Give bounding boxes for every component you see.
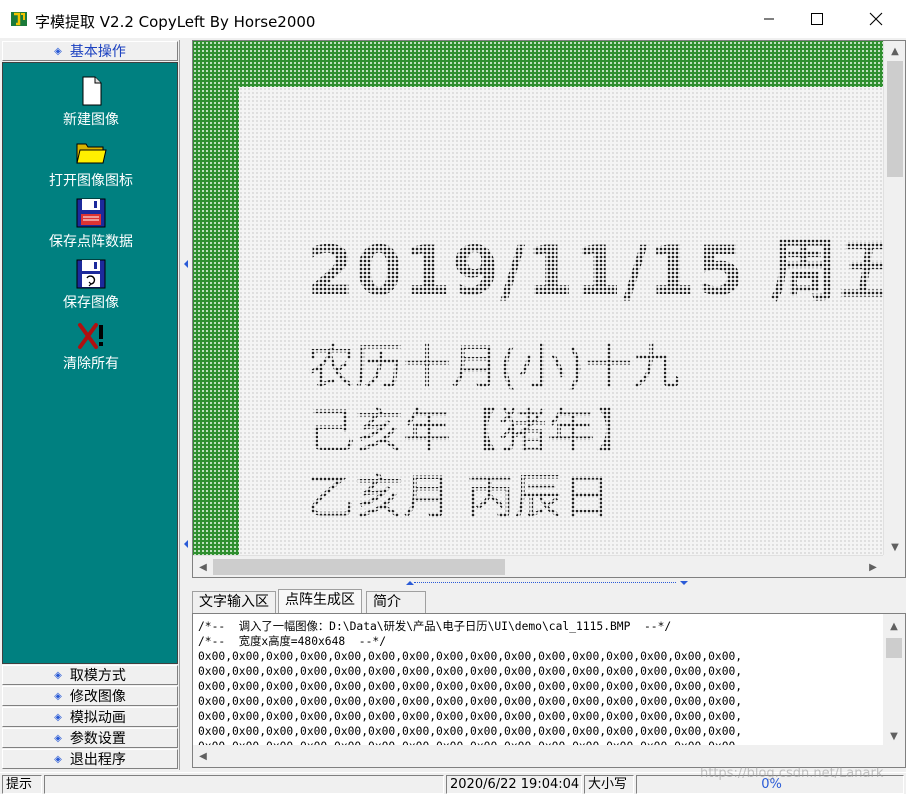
scroll-up-icon[interactable]: ▲ [887, 43, 903, 59]
nav-header-label: 模拟动画 [69, 710, 126, 726]
minimize-button[interactable] [746, 0, 792, 38]
scroll-up-icon[interactable]: ▲ [886, 618, 902, 634]
scrollbar-corner [883, 555, 905, 577]
dot-matrix-output[interactable]: /*-- 调入了一幅图像：D:\Data\研发\产品\电子日历\UI\demo\… [192, 613, 906, 768]
scrollbar-thumb[interactable] [886, 638, 902, 658]
app-icon [11, 12, 27, 26]
canvas-text-date: 2019/11/15 周五 [307, 232, 906, 311]
tab-about[interactable]: 简介 [366, 591, 426, 613]
minimize-icon [764, 18, 774, 20]
canvas-text-year: 己亥年【猪年】 [307, 403, 644, 459]
tab-strip: 文字输入区 点阵生成区 简介 [192, 589, 906, 613]
status-message [44, 775, 444, 794]
status-caps: 大小写 [584, 775, 634, 794]
new-document-icon [82, 76, 102, 106]
nav-header-label: 基本操作 [69, 44, 126, 60]
app-window: 字模提取 V2.2 CopyLeft By Horse2000 ◈ 基本操作 新… [0, 0, 906, 794]
tool-label: 保存图像 [63, 295, 119, 311]
tool-label: 保存点阵数据 [49, 234, 133, 250]
nav-header-label: 参数设置 [69, 731, 126, 747]
canvas-horizontal-scrollbar[interactable]: ◀ ▶ [193, 555, 883, 577]
save-data-icon [76, 198, 106, 228]
tab-text-input[interactable]: 文字输入区 [192, 591, 276, 613]
status-hint: 提示 [2, 775, 42, 794]
tool-save-data[interactable]: 保存点阵数据 [3, 197, 179, 251]
scroll-down-icon[interactable]: ▼ [886, 728, 902, 744]
tool-new-image[interactable]: 新建图像 [3, 75, 179, 129]
clear-all-icon [78, 323, 103, 349]
nav-header-basic-ops[interactable]: ◈ 基本操作 [2, 41, 178, 61]
image-canvas[interactable]: 2019/11/15 周五 农历十月(小)十九 己亥年【猪年】 乙亥月 丙辰日 [239, 87, 905, 557]
tool-open-image[interactable]: 打开图像图标 [3, 136, 179, 190]
splitter-grip-line [414, 582, 676, 583]
splitter-left-arrow-icon [184, 540, 188, 548]
close-button[interactable] [853, 0, 899, 38]
splitter-down-arrow-icon [680, 581, 688, 585]
canvas-text-month-day: 乙亥月 丙辰日 [307, 469, 611, 525]
diamond-icon: ◈ [54, 669, 62, 681]
folder-icon [76, 143, 107, 164]
scroll-left-icon[interactable]: ◀ [195, 559, 211, 575]
scrollbar-thumb[interactable] [887, 61, 903, 177]
tab-dot-matrix[interactable]: 点阵生成区 [278, 589, 362, 613]
diamond-icon: ◈ [54, 753, 62, 765]
nav-header-exit[interactable]: ◈ 退出程序 [2, 749, 178, 769]
image-canvas-panel[interactable]: 2019/11/15 周五 农历十月(小)十九 己亥年【猪年】 乙亥月 丙辰日 … [192, 40, 906, 578]
close-icon [869, 12, 883, 26]
toolbox-panel: 新建图像 打开图像图标 保存点阵数据 保存图像 清除所有 [2, 62, 178, 664]
title-bar[interactable]: 字模提取 V2.2 CopyLeft By Horse2000 [0, 0, 906, 38]
output-horizontal-scrollbar[interactable]: ◀ [193, 745, 905, 767]
nav-header-mode[interactable]: ◈ 取模方式 [2, 665, 178, 685]
sidebar: ◈ 基本操作 新建图像 打开图像图标 保存点阵数据 保存图像 清除所有 ◈ 取模… [0, 40, 180, 770]
diamond-icon: ◈ [54, 711, 62, 723]
nav-header-settings[interactable]: ◈ 参数设置 [2, 728, 178, 748]
vertical-splitter[interactable] [182, 40, 190, 770]
nav-header-label: 退出程序 [69, 752, 126, 768]
nav-header-animation[interactable]: ◈ 模拟动画 [2, 707, 178, 727]
splitter-up-arrow-icon [406, 581, 414, 585]
tool-label: 打开图像图标 [49, 173, 133, 189]
maximize-button[interactable] [794, 0, 840, 38]
canvas-text-lunar: 农历十月(小)十九 [307, 339, 681, 395]
output-text[interactable]: /*-- 调入了一幅图像：D:\Data\研发\产品\电子日历\UI\demo\… [198, 619, 742, 754]
nav-header-edit-image[interactable]: ◈ 修改图像 [2, 686, 178, 706]
splitter-left-arrow-icon [184, 260, 188, 268]
nav-header-label: 取模方式 [69, 668, 126, 684]
scroll-down-icon[interactable]: ▼ [887, 539, 903, 555]
scroll-right-icon[interactable]: ▶ [865, 559, 881, 575]
diamond-icon: ◈ [54, 690, 62, 702]
canvas-vertical-scrollbar[interactable]: ▲ ▼ [883, 41, 905, 557]
status-datetime: 2020/6/22 19:04:04 [446, 775, 582, 794]
tool-clear-all[interactable]: 清除所有 [3, 319, 179, 373]
output-vertical-scrollbar[interactable]: ▲ ▼ [883, 614, 905, 746]
tool-label: 清除所有 [63, 356, 119, 372]
diamond-icon: ◈ [54, 732, 62, 744]
tool-save-image[interactable]: 保存图像 [3, 258, 179, 312]
window-title: 字模提取 V2.2 CopyLeft By Horse2000 [35, 13, 316, 31]
scrollbar-thumb[interactable] [213, 559, 505, 575]
nav-header-label: 修改图像 [69, 689, 126, 705]
maximize-icon [811, 13, 823, 25]
horizontal-splitter[interactable] [192, 578, 906, 588]
tool-label: 新建图像 [63, 112, 119, 128]
diamond-icon: ◈ [54, 45, 62, 57]
watermark: https://blog.csdn.net/Lanark [700, 766, 884, 781]
scroll-left-icon[interactable]: ◀ [195, 748, 211, 764]
save-image-icon [76, 259, 106, 289]
